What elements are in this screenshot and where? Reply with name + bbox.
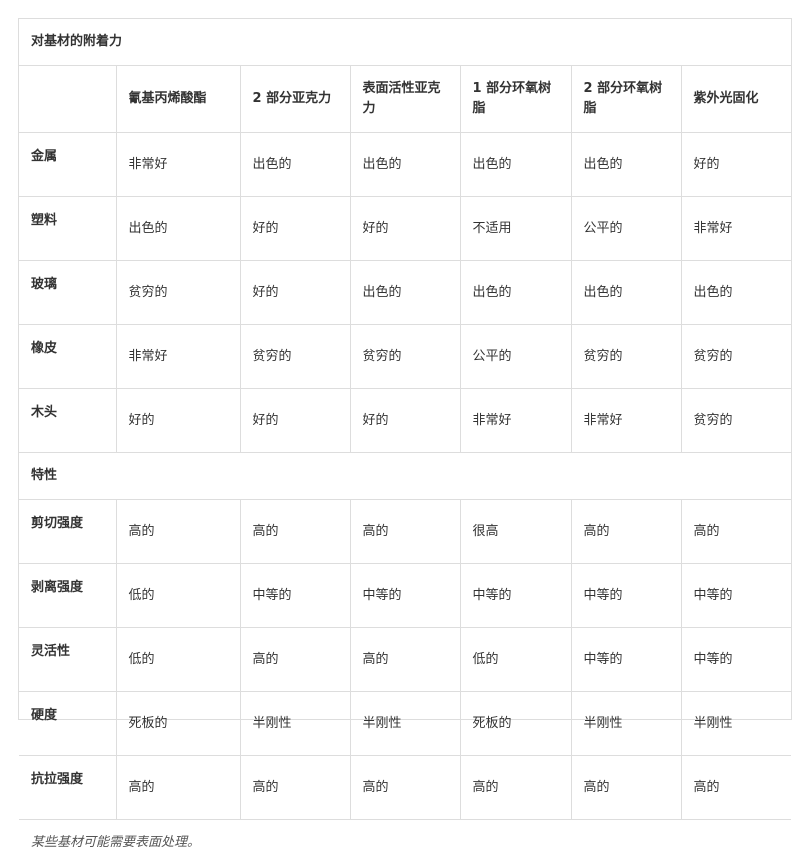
table-cell: 高的	[116, 500, 240, 564]
column-header	[19, 66, 116, 133]
table-cell: 贫穷的	[571, 325, 681, 389]
table-cell: 好的	[350, 197, 460, 261]
table-cell: 半刚性	[681, 692, 791, 756]
table-row: 抗拉强度 高的 高的 高的 高的 高的 高的	[19, 756, 791, 820]
table-cell: 中等的	[681, 564, 791, 628]
table-cell: 高的	[116, 756, 240, 820]
table-cell: 高的	[240, 756, 350, 820]
table-row: 木头 好的 好的 好的 非常好 非常好 贫穷的	[19, 389, 791, 453]
table-cell: 出色的	[240, 133, 350, 197]
table-cell: 低的	[116, 628, 240, 692]
row-label: 木头	[19, 389, 116, 453]
column-header: 表面活性亚克力	[350, 66, 460, 133]
table-cell: 高的	[350, 500, 460, 564]
table-cell: 半刚性	[571, 692, 681, 756]
table-cell: 公平的	[571, 197, 681, 261]
row-label: 玻璃	[19, 261, 116, 325]
table-cell: 半刚性	[350, 692, 460, 756]
table-cell: 非常好	[116, 133, 240, 197]
table-row: 剥离强度 低的 中等的 中等的 中等的 中等的 中等的	[19, 564, 791, 628]
table-cell: 中等的	[350, 564, 460, 628]
table-cell: 好的	[116, 389, 240, 453]
table-cell: 非常好	[571, 389, 681, 453]
table-cell: 出色的	[350, 261, 460, 325]
table-cell: 出色的	[571, 261, 681, 325]
table-caption: 对基材的附着力	[19, 19, 791, 66]
table-cell: 非常好	[116, 325, 240, 389]
table-cell: 出色的	[681, 261, 791, 325]
table-cell: 高的	[460, 756, 571, 820]
table-cell: 出色的	[460, 261, 571, 325]
properties-heading: 特性	[19, 453, 791, 500]
table-cell: 高的	[571, 756, 681, 820]
table-cell: 高的	[350, 756, 460, 820]
table-cell: 高的	[681, 756, 791, 820]
adhesion-table-container: 对基材的附着力 氰基丙烯酸酯 2 部分亚克力 表面活性亚克力 1 部分环氧树脂 …	[18, 18, 792, 720]
table-cell: 不适用	[460, 197, 571, 261]
table-cell: 非常好	[681, 197, 791, 261]
table-cell: 好的	[350, 389, 460, 453]
table-cell: 高的	[681, 500, 791, 564]
adhesion-table: 对基材的附着力 氰基丙烯酸酯 2 部分亚克力 表面活性亚克力 1 部分环氧树脂 …	[19, 19, 791, 866]
table-row: 剪切强度 高的 高的 高的 很高 高的 高的	[19, 500, 791, 564]
table-cell: 低的	[460, 628, 571, 692]
table-cell: 贫穷的	[681, 325, 791, 389]
table-cell: 高的	[350, 628, 460, 692]
column-header: 紫外光固化	[681, 66, 791, 133]
column-header: 2 部分环氧树脂	[571, 66, 681, 133]
table-cell: 高的	[240, 500, 350, 564]
row-label: 塑料	[19, 197, 116, 261]
table-caption-row: 对基材的附着力	[19, 19, 791, 66]
table-footnote: 某些基材可能需要表面处理。	[19, 820, 791, 866]
table-cell: 非常好	[460, 389, 571, 453]
row-label: 抗拉强度	[19, 756, 116, 820]
table-row: 金属 非常好 出色的 出色的 出色的 出色的 好的	[19, 133, 791, 197]
row-label: 硬度	[19, 692, 116, 756]
table-cell: 出色的	[571, 133, 681, 197]
table-cell: 低的	[116, 564, 240, 628]
column-header: 2 部分亚克力	[240, 66, 350, 133]
table-cell: 公平的	[460, 325, 571, 389]
table-cell: 高的	[571, 500, 681, 564]
table-cell: 好的	[240, 197, 350, 261]
row-label: 剥离强度	[19, 564, 116, 628]
table-cell: 贫穷的	[681, 389, 791, 453]
row-label: 金属	[19, 133, 116, 197]
row-label: 灵活性	[19, 628, 116, 692]
table-cell: 出色的	[460, 133, 571, 197]
table-cell: 高的	[240, 628, 350, 692]
table-cell: 中等的	[571, 628, 681, 692]
column-header: 氰基丙烯酸酯	[116, 66, 240, 133]
table-cell: 贫穷的	[350, 325, 460, 389]
row-label: 橡皮	[19, 325, 116, 389]
table-cell: 中等的	[571, 564, 681, 628]
table-cell: 贫穷的	[240, 325, 350, 389]
table-cell: 中等的	[681, 628, 791, 692]
table-header-row: 氰基丙烯酸酯 2 部分亚克力 表面活性亚克力 1 部分环氧树脂 2 部分环氧树脂…	[19, 66, 791, 133]
table-cell: 贫穷的	[116, 261, 240, 325]
table-cell: 中等的	[460, 564, 571, 628]
table-cell: 好的	[240, 261, 350, 325]
table-row: 玻璃 贫穷的 好的 出色的 出色的 出色的 出色的	[19, 261, 791, 325]
table-cell: 好的	[681, 133, 791, 197]
table-cell: 很高	[460, 500, 571, 564]
column-header: 1 部分环氧树脂	[460, 66, 571, 133]
table-cell: 半刚性	[240, 692, 350, 756]
table-row: 橡皮 非常好 贫穷的 贫穷的 公平的 贫穷的 贫穷的	[19, 325, 791, 389]
footnote-row: 某些基材可能需要表面处理。	[19, 820, 791, 866]
table-row: 灵活性 低的 高的 高的 低的 中等的 中等的	[19, 628, 791, 692]
table-cell: 出色的	[350, 133, 460, 197]
table-cell: 死板的	[116, 692, 240, 756]
table-cell: 出色的	[116, 197, 240, 261]
properties-section-row: 特性	[19, 453, 791, 500]
table-cell: 死板的	[460, 692, 571, 756]
table-cell: 中等的	[240, 564, 350, 628]
table-row: 塑料 出色的 好的 好的 不适用 公平的 非常好	[19, 197, 791, 261]
row-label: 剪切强度	[19, 500, 116, 564]
table-row: 硬度 死板的 半刚性 半刚性 死板的 半刚性 半刚性	[19, 692, 791, 756]
table-cell: 好的	[240, 389, 350, 453]
